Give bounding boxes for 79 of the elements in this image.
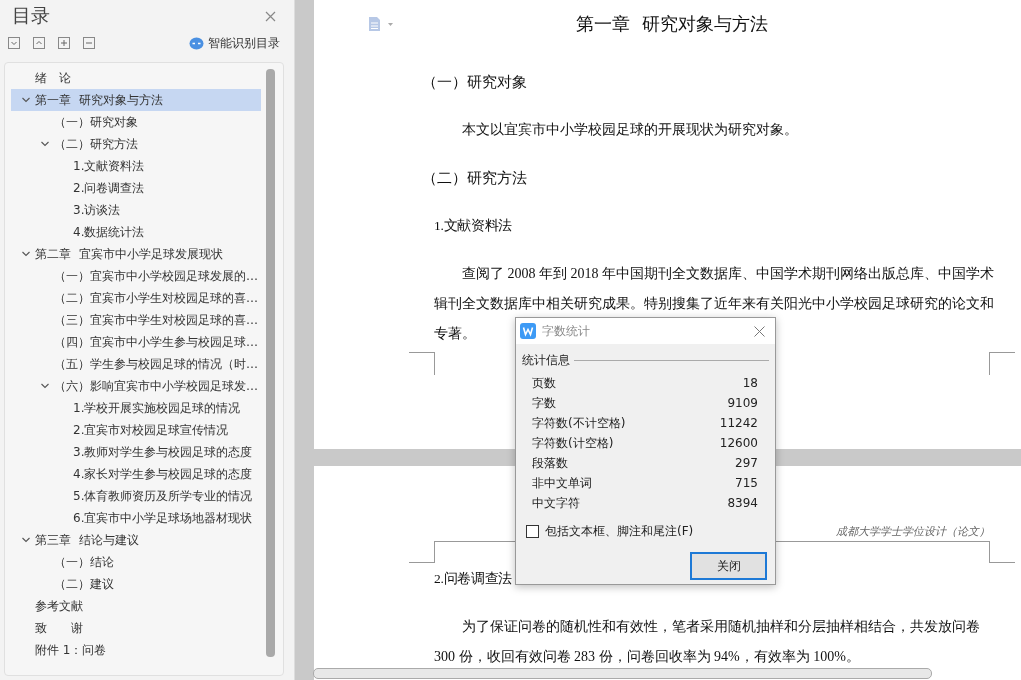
toc-item[interactable]: 第三章 结论与建议 <box>11 529 261 551</box>
bot-icon <box>189 36 204 50</box>
paragraph-line: 为了保证问卷的随机性和有效性，笔者采用随机抽样和分层抽样相结合，共发放问卷 <box>462 618 980 636</box>
toc-item[interactable]: 4.数据统计法 <box>11 221 261 243</box>
toc-item[interactable]: 4.家长对学生参与校园足球的态度 <box>11 463 261 485</box>
close-icon[interactable] <box>754 325 765 337</box>
scrollbar[interactable] <box>266 69 275 657</box>
stat-label: 字符数(不计空格) <box>532 415 626 432</box>
section-heading: 2.问卷调查法 <box>434 570 513 588</box>
minus-icon[interactable] <box>83 37 95 49</box>
toc-item[interactable]: （二）建议 <box>11 573 261 595</box>
stat-label: 字符数(计空格) <box>532 435 614 452</box>
toc-item[interactable]: （三）宜宾市中学生对校园足球的喜… <box>11 309 261 331</box>
toc-item[interactable]: 致 谢 <box>11 617 261 639</box>
chevron-icon[interactable] <box>21 95 31 105</box>
chevron-icon[interactable] <box>40 139 50 149</box>
margin-mark <box>409 352 435 375</box>
paragraph-line: 专著。 <box>434 325 476 343</box>
close-icon[interactable] <box>265 10 276 22</box>
toc-item[interactable]: 2.宜宾市对校园足球宣传情况 <box>11 419 261 441</box>
dialog-title: 字数统计 <box>542 322 590 340</box>
margin-mark <box>989 352 1015 375</box>
toc-item[interactable]: 第二章 宜宾市中小学足球发展现状 <box>11 243 261 265</box>
toc-item[interactable]: 1.文献资料法 <box>11 155 261 177</box>
toc-item[interactable]: （二）宜宾市小学生对校园足球的喜… <box>11 287 261 309</box>
app-icon <box>520 323 536 339</box>
stat-value: 715 <box>735 475 758 492</box>
chevron-icon[interactable] <box>21 535 31 545</box>
section-heading: 1.文献资料法 <box>434 217 513 235</box>
stat-value: 18 <box>742 375 758 392</box>
toc-item[interactable]: 5.体育教师资历及所学专业的情况 <box>11 485 261 507</box>
stat-label: 非中文单词 <box>532 475 592 492</box>
paragraph-line: 本文以宜宾市中小学校园足球的开展现状为研究对象。 <box>462 121 798 139</box>
toc-item[interactable]: 绪 论 <box>11 67 261 89</box>
toc-item[interactable]: （四）宜宾市中小学生参与校园足球… <box>11 331 261 353</box>
toc-item[interactable]: （一）结论 <box>11 551 261 573</box>
toc-item[interactable]: （一）研究对象 <box>11 111 261 133</box>
stat-label: 中文字符 <box>532 495 580 512</box>
margin-mark <box>989 541 1015 563</box>
toc-item[interactable]: （二）研究方法 <box>11 133 261 155</box>
stat-label: 段落数 <box>532 455 568 472</box>
toc-item[interactable]: 3.教师对学生参与校园足球的态度 <box>11 441 261 463</box>
checkbox[interactable] <box>526 525 539 538</box>
stat-value: 11242 <box>719 415 758 432</box>
stat-value: 8394 <box>727 495 758 512</box>
chapter-title: 第一章 研究对象与方法 <box>575 12 769 36</box>
plus-icon[interactable] <box>58 37 70 49</box>
toc-item[interactable]: （一）宜宾市中小学校园足球发展的… <box>11 265 261 287</box>
toc-item[interactable]: 2.问卷调查法 <box>11 177 261 199</box>
margin-mark <box>409 541 435 563</box>
toc-item[interactable]: 参考文献 <box>11 595 261 617</box>
paragraph-line: 300 份，收回有效问卷 283 份，问卷回收率为 94%，有效率为 100%。 <box>434 648 860 666</box>
stat-value: 297 <box>735 455 758 472</box>
toc-item[interactable]: 附件 1：问卷 <box>11 639 261 661</box>
paragraph-line: 查阅了 2008 年到 2018 年中国期刊全文数据库、中国学术期刊网络出版总库、中国学术 <box>462 265 994 283</box>
toc-item[interactable]: 6.宜宾市中小学足球场地器材现状 <box>11 507 261 529</box>
panel-title: 目录 <box>12 3 50 28</box>
toc-item[interactable]: 1.学校开展实施校园足球的情况 <box>11 397 261 419</box>
expand-all-icon[interactable] <box>33 37 45 49</box>
collapse-all-icon[interactable] <box>8 37 20 49</box>
smart-toc-button[interactable]: 智能识别目录 <box>189 34 280 52</box>
chevron-icon[interactable] <box>21 249 31 259</box>
toc-item[interactable]: 3.访谈法 <box>11 199 261 221</box>
section-heading: （一）研究对象 <box>428 72 527 93</box>
stat-label: 字数 <box>532 395 556 412</box>
toc-item[interactable]: （五）学生参与校园足球的情况（时… <box>11 353 261 375</box>
stat-value: 12600 <box>719 435 758 452</box>
group-label: 统计信息 <box>522 352 570 369</box>
toc-item[interactable]: 第一章 研究对象与方法 <box>11 89 261 111</box>
section-heading: （二）研究方法 <box>428 168 527 189</box>
close-button[interactable]: 关闭 <box>690 552 767 580</box>
checkbox-label: 包括文本框、脚注和尾注(F) <box>545 523 694 540</box>
stat-value: 9109 <box>727 395 758 412</box>
document-menu-icon[interactable] <box>368 16 394 32</box>
stat-label: 页数 <box>532 375 556 392</box>
scrollbar[interactable] <box>313 668 932 679</box>
toc-item[interactable]: （六）影响宜宾市中小学校园足球发… <box>11 375 261 397</box>
paragraph-line: 辑刊全文数据库中相关研究成果。特别搜集了近年来有关阳光中小学校园足球研究的论文和 <box>434 295 994 313</box>
chevron-icon[interactable] <box>40 381 50 391</box>
